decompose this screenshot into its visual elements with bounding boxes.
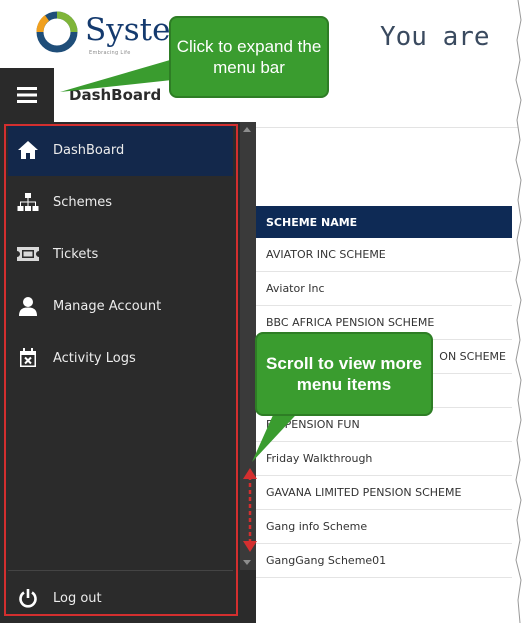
page-title: DashBoard <box>69 86 162 104</box>
logout-label: Log out <box>53 590 102 606</box>
sidebar-item-label: Activity Logs <box>53 350 136 366</box>
hamburger-menu-icon <box>17 87 37 103</box>
scroll-down-arrow-icon[interactable] <box>243 560 251 565</box>
table-row[interactable]: AVIATOR INC SCHEME <box>256 238 512 272</box>
sidebar-item-label: DashBoard <box>53 142 125 158</box>
sidebar-scrollbar[interactable] <box>240 122 256 570</box>
table-row[interactable]: GAVANA LIMITED PENSION SCHEME <box>256 476 512 510</box>
sidebar-item-tickets[interactable]: Tickets <box>8 228 233 280</box>
home-icon <box>8 140 48 160</box>
torn-edge-decoration <box>515 0 524 623</box>
sidebar-item-schemes[interactable]: Schemes <box>8 176 233 228</box>
table-row[interactable]: Aviator Inc <box>256 272 512 306</box>
menu-toggle-button[interactable] <box>0 68 54 122</box>
sidebar-divider <box>8 570 233 571</box>
callout-scroll-menu: Scroll to view more menu items <box>255 332 433 416</box>
sidebar-item-dashboard[interactable]: DashBoard <box>8 124 233 176</box>
welcome-text: You are <box>380 22 490 52</box>
sidebar-item-activity-logs[interactable]: Activity Logs <box>8 332 233 384</box>
sidebar: DashBoard Schemes Tickets Manage Account… <box>0 122 256 623</box>
table-row[interactable]: GangGang Scheme01 <box>256 544 512 578</box>
table-row[interactable]: Gang info Scheme <box>256 510 512 544</box>
company-logo: Systec Embracing Life <box>27 8 188 64</box>
table-row[interactable]: Friday Walkthrough <box>256 442 512 476</box>
sidebar-item-label: Manage Account <box>53 298 162 314</box>
callout-expand-menu: Click to expand the menu bar <box>169 16 329 98</box>
sidebar-item-label: Schemes <box>53 194 113 210</box>
logo-tagline: Embracing Life <box>89 50 131 56</box>
logo-ring-icon <box>36 11 78 53</box>
sitemap-icon <box>8 192 48 212</box>
table-header-scheme-name[interactable]: SCHEME NAME <box>256 206 512 238</box>
sidebar-item-label: Tickets <box>53 246 99 262</box>
calendar-x-icon <box>8 348 48 368</box>
user-icon <box>8 296 48 316</box>
logout-button[interactable]: Log out <box>8 574 233 622</box>
scroll-up-arrow-icon[interactable] <box>243 127 251 132</box>
ticket-icon <box>8 246 48 262</box>
power-icon <box>8 588 48 608</box>
sidebar-item-manage-account[interactable]: Manage Account <box>8 280 233 332</box>
